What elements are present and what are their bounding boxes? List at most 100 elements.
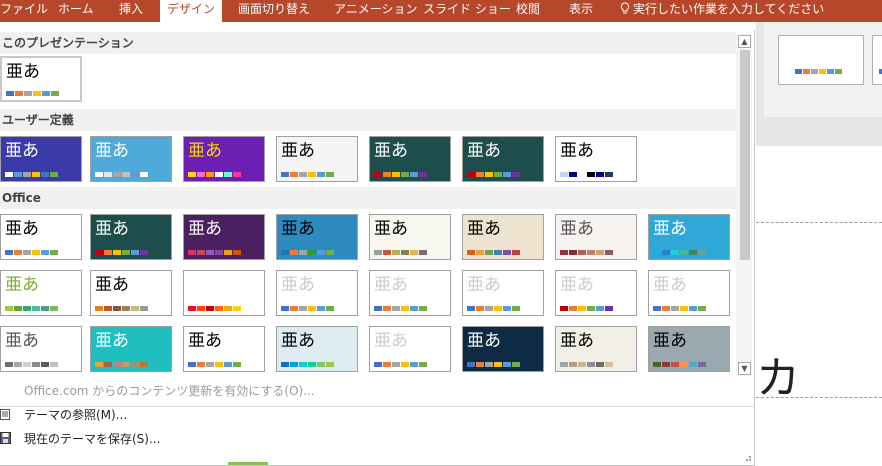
tell-me-box[interactable]: 実行したい作業を入力してください xyxy=(620,0,824,22)
color-swatch xyxy=(494,362,502,367)
color-swatch xyxy=(419,172,427,177)
color-swatch xyxy=(401,250,409,255)
theme-thumbnail[interactable]: 亜あ xyxy=(0,56,82,102)
color-swatch xyxy=(410,362,418,367)
color-swatch xyxy=(680,362,688,367)
theme-sample-text: 亜あ xyxy=(281,219,315,239)
tab-transitions[interactable]: 画面切り替え xyxy=(238,0,310,22)
theme-sample-text: 亜あ xyxy=(188,219,222,239)
theme-thumbnail[interactable]: 亜あ xyxy=(648,270,730,316)
variant-thumbnail[interactable] xyxy=(872,35,882,85)
theme-thumbnail[interactable]: 亜あ xyxy=(462,270,544,316)
color-swatch xyxy=(317,362,325,367)
color-swatch xyxy=(605,172,613,177)
color-swatch xyxy=(476,362,484,367)
color-swatch xyxy=(560,250,568,255)
theme-thumbnail[interactable]: 亜あ xyxy=(648,326,730,372)
color-swatch xyxy=(317,306,325,311)
theme-thumbnail[interactable]: 亜あ xyxy=(462,214,544,260)
tab-slideshow[interactable]: スライド ショー xyxy=(423,0,519,22)
theme-color-swatches xyxy=(95,250,149,255)
color-swatch xyxy=(299,306,307,311)
color-swatch xyxy=(485,172,493,177)
tab-file[interactable]: ファイル xyxy=(0,0,48,22)
color-swatch xyxy=(374,362,382,367)
theme-thumbnail[interactable]: 亜あ xyxy=(369,214,451,260)
scroll-up-button[interactable]: ▲ xyxy=(738,35,751,48)
color-swatch xyxy=(95,306,103,311)
color-swatch xyxy=(410,172,418,177)
color-swatch xyxy=(224,306,232,311)
theme-thumbnail[interactable]: 亜あ xyxy=(276,270,358,316)
tab-home[interactable]: ホーム xyxy=(58,0,98,22)
color-swatch xyxy=(467,362,475,367)
background-app-area: カ xyxy=(756,22,882,465)
theme-thumbnail[interactable]: 亜あ xyxy=(369,270,451,316)
theme-thumbnail[interactable]: 亜あ xyxy=(0,214,82,260)
scrollbar-thumb[interactable] xyxy=(740,50,750,260)
color-swatch xyxy=(467,306,475,311)
tab-insert[interactable]: 挿入 xyxy=(119,0,149,22)
tab-view[interactable]: 表示 xyxy=(569,0,599,22)
color-swatch xyxy=(215,362,223,367)
tab-review[interactable]: 校閲 xyxy=(516,0,546,22)
color-swatch xyxy=(23,306,31,311)
theme-thumbnail[interactable]: 亜あ xyxy=(90,214,172,260)
theme-thumbnail[interactable]: 亜あ xyxy=(648,214,730,260)
color-swatch xyxy=(122,250,130,255)
color-swatch xyxy=(206,306,214,311)
color-swatch xyxy=(374,306,382,311)
color-swatch xyxy=(503,172,511,177)
color-swatch xyxy=(140,362,148,367)
color-swatch xyxy=(14,250,22,255)
tab-design[interactable]: デザイン xyxy=(160,0,222,22)
theme-thumbnail[interactable]: 亜あ xyxy=(90,326,172,372)
color-swatch xyxy=(113,306,121,311)
theme-thumbnail[interactable]: 亜あ xyxy=(183,214,265,260)
theme-color-swatches xyxy=(6,91,60,96)
theme-thumbnail[interactable]: 亜あ xyxy=(555,136,637,182)
color-swatch xyxy=(131,250,139,255)
theme-thumbnail[interactable]: 亜あ xyxy=(90,136,172,182)
color-swatch xyxy=(104,306,112,311)
scroll-down-button[interactable]: ▼ xyxy=(738,362,751,375)
theme-thumbnail[interactable]: 亜あ xyxy=(0,136,82,182)
color-swatch xyxy=(560,306,568,311)
color-swatch xyxy=(113,172,121,177)
theme-color-swatches xyxy=(5,172,59,177)
color-swatch xyxy=(476,250,484,255)
theme-thumbnail[interactable]: 亜あ xyxy=(276,326,358,372)
color-swatch xyxy=(596,172,604,177)
theme-color-swatches xyxy=(188,250,242,255)
theme-thumbnail[interactable]: 亜あ xyxy=(276,214,358,260)
theme-sample-text: 亜あ xyxy=(5,141,39,161)
theme-thumbnail[interactable]: 亜あ xyxy=(183,326,265,372)
theme-thumbnail[interactable]: 亜あ xyxy=(90,270,172,316)
theme-thumbnail[interactable]: 亜あ xyxy=(555,270,637,316)
lightbulb-icon xyxy=(620,2,630,14)
color-swatch xyxy=(50,250,58,255)
theme-thumbnail[interactable]: 亜あ xyxy=(183,270,265,316)
variant-thumbnail[interactable] xyxy=(778,35,864,85)
theme-thumbnail[interactable]: 亜あ xyxy=(0,326,82,372)
theme-thumbnail[interactable]: 亜あ xyxy=(555,214,637,260)
color-swatch xyxy=(485,250,493,255)
theme-thumbnail[interactable]: 亜あ xyxy=(369,136,451,182)
theme-thumbnail[interactable]: 亜あ xyxy=(276,136,358,182)
tab-animations[interactable]: アニメーション xyxy=(334,0,424,22)
resize-grip-icon[interactable] xyxy=(742,452,752,462)
color-swatch xyxy=(95,172,103,177)
color-swatch xyxy=(605,250,613,255)
theme-thumbnail[interactable]: 亜あ xyxy=(183,136,265,182)
theme-sample-text: 亜あ xyxy=(560,219,594,239)
theme-thumbnail[interactable]: 亜あ xyxy=(462,136,544,182)
theme-color-swatches xyxy=(467,172,521,177)
theme-thumbnail[interactable]: 亜あ xyxy=(369,326,451,372)
color-swatch xyxy=(32,362,40,367)
color-swatch xyxy=(383,172,391,177)
theme-thumbnail[interactable]: 亜あ xyxy=(0,270,82,316)
color-swatch xyxy=(392,250,400,255)
theme-color-swatches xyxy=(188,362,242,367)
theme-thumbnail[interactable]: 亜あ xyxy=(462,326,544,372)
theme-thumbnail[interactable]: 亜あ xyxy=(555,326,637,372)
